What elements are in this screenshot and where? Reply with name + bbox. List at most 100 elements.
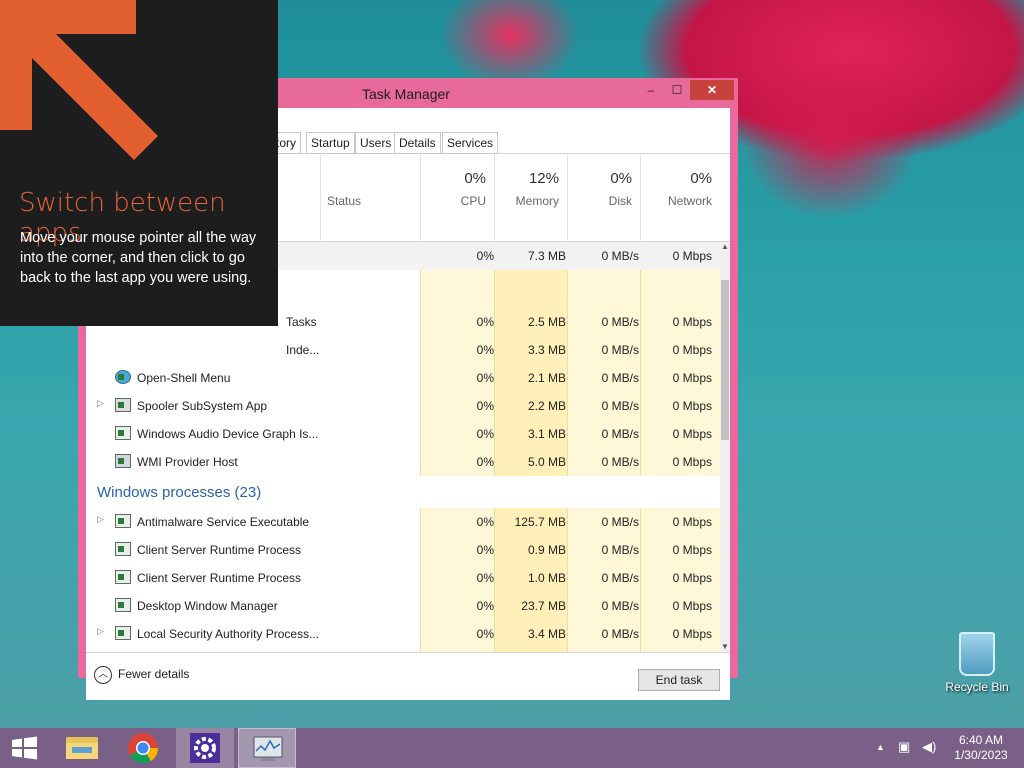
table-row[interactable]: WMI Provider Host 0% 5.0 MB 0 MB/s 0 Mbp…: [86, 448, 720, 476]
scroll-down-icon[interactable]: ▼: [720, 642, 730, 652]
cpu-header-label: CPU: [460, 194, 486, 208]
cpu-cell: 0%: [476, 515, 494, 529]
table-row[interactable]: Open-Shell Menu 0% 2.1 MB 0 MB/s 0 Mbps: [86, 364, 720, 392]
open-shell-icon: [115, 370, 131, 384]
memory-cell: 3.4 MB: [527, 627, 566, 641]
taskbar-file-explorer[interactable]: [54, 728, 112, 768]
file-explorer-icon: [66, 737, 98, 759]
table-row[interactable]: ▷ Local Security Authority Process... 0%…: [86, 620, 720, 648]
cpu-cell: 0%: [476, 627, 494, 641]
printer-icon: [115, 398, 131, 412]
network-cell: 0 Mbps: [672, 315, 712, 329]
memory-cell: 3.1 MB: [527, 427, 566, 441]
table-row[interactable]: ▷ Antimalware Service Executable 0% 125.…: [86, 508, 720, 536]
status-column-header[interactable]: Status: [320, 154, 420, 242]
network-cell: 0 Mbps: [672, 515, 712, 529]
disk-cell: 0 MB/s: [601, 315, 639, 329]
chrome-icon: [128, 733, 159, 764]
network-cell: 0 Mbps: [672, 343, 712, 357]
task-manager-icon: [253, 736, 283, 761]
minimize-button[interactable]: ‒: [638, 80, 664, 100]
volume-icon[interactable]: ◀): [922, 739, 936, 755]
fewer-details-label: Fewer details: [118, 667, 190, 682]
start-button[interactable]: [0, 728, 58, 768]
vertical-scrollbar[interactable]: ▲ ▼: [720, 242, 730, 652]
process-name: WMI Provider Host: [137, 455, 238, 469]
memory-cell: 2.5 MB: [527, 315, 566, 329]
memory-cell: 1.0 MB: [527, 571, 566, 585]
settings-icon: [190, 733, 220, 763]
cpu-column-header[interactable]: 0% CPU: [420, 154, 494, 242]
memory-header-label: Memory: [515, 194, 559, 208]
network-cell: 0 Mbps: [672, 371, 712, 385]
disk-header-label: Disk: [608, 194, 632, 208]
tab-startup[interactable]: Startup: [306, 132, 355, 154]
expand-chevron-icon[interactable]: ▷: [97, 626, 104, 637]
process-window-icon: [115, 626, 131, 640]
disk-cell: 0 MB/s: [601, 399, 639, 413]
network-cell: 0 Mbps: [672, 427, 712, 441]
table-row[interactable]: Inde... 0% 3.3 MB 0 MB/s 0 Mbps: [86, 336, 720, 364]
expand-chevron-icon[interactable]: ▷: [97, 514, 104, 525]
table-row[interactable]: Desktop Window Manager 0% 23.7 MB 0 MB/s…: [86, 592, 720, 620]
table-row[interactable]: ▷ Spooler SubSystem App 0% 2.2 MB 0 MB/s…: [86, 392, 720, 420]
tab-services[interactable]: Services: [442, 132, 499, 154]
memory-column-header[interactable]: 12% Memory: [494, 154, 567, 242]
show-hidden-icons-icon[interactable]: ▲: [876, 742, 885, 752]
cpu-cell: 0%: [476, 455, 494, 469]
table-row[interactable]: Client Server Runtime Process 0% 1.0 MB …: [86, 564, 720, 592]
taskbar-settings[interactable]: [176, 728, 234, 768]
cpu-cell: 0%: [476, 343, 494, 357]
tab-details[interactable]: Details: [394, 132, 441, 154]
end-task-button[interactable]: End task: [638, 669, 720, 691]
disk-cell: 0 MB/s: [601, 427, 639, 441]
windows-processes-group-label: Windows processes (23): [97, 484, 262, 501]
scroll-up-icon[interactable]: ▲: [720, 242, 730, 252]
taskbar-task-manager[interactable]: [238, 728, 296, 768]
fewer-details-button[interactable]: ︿ Fewer details: [94, 666, 189, 684]
network-column-header[interactable]: 0% Network: [640, 154, 720, 242]
cpu-cell: 0%: [476, 315, 494, 329]
process-window-icon: [115, 570, 131, 584]
maximize-button[interactable]: ☐: [664, 80, 690, 100]
close-button[interactable]: ✕: [690, 80, 734, 100]
window-title: Task Manager: [362, 86, 450, 102]
cpu-cell: 0%: [476, 371, 494, 385]
expand-chevron-icon[interactable]: ▷: [97, 398, 104, 409]
table-row[interactable]: Windows Audio Device Graph Is... 0% 3.1 …: [86, 420, 720, 448]
taskbar-chrome[interactable]: [114, 728, 172, 768]
disk-total: 0%: [610, 170, 632, 187]
taskbar-clock[interactable]: 6:40 AM 1/30/2023: [946, 733, 1016, 763]
memory-cell: 7.3 MB: [527, 249, 566, 263]
disk-column-header[interactable]: 0% Disk: [567, 154, 640, 242]
memory-cell: 125.7 MB: [514, 515, 566, 529]
network-header-label: Network: [667, 194, 712, 208]
process-window-icon: [115, 514, 131, 528]
scroll-thumb[interactable]: [721, 280, 729, 440]
network-cell: 0 Mbps: [672, 627, 712, 641]
recycle-bin-label: Recycle Bin: [945, 680, 1009, 694]
network-cell: 0 Mbps: [672, 455, 712, 469]
disk-cell: 0 MB/s: [601, 371, 639, 385]
disk-cell: 0 MB/s: [601, 343, 639, 357]
arrow-up-left-icon: [0, 0, 158, 160]
process-window-icon: [115, 426, 131, 440]
memory-total: 12%: [528, 170, 559, 187]
chevron-up-icon: ︿: [94, 666, 112, 684]
table-row[interactable]: Client Server Runtime Process 0% 0.9 MB …: [86, 536, 720, 564]
tab-users[interactable]: Users: [355, 132, 397, 154]
network-cell: 0 Mbps: [672, 249, 712, 263]
network-icon[interactable]: ▣: [898, 739, 910, 755]
network-cell: 0 Mbps: [672, 571, 712, 585]
group-header-row[interactable]: Windows processes (23): [86, 476, 720, 508]
cpu-total: 0%: [464, 170, 486, 187]
disk-cell: 0 MB/s: [601, 455, 639, 469]
disk-cell: 0 MB/s: [601, 515, 639, 529]
cpu-cell: 0%: [476, 571, 494, 585]
footer: ︿ Fewer details End task: [86, 652, 730, 700]
cpu-cell: 0%: [476, 249, 494, 263]
recycle-bin-shortcut[interactable]: Recycle Bin: [940, 632, 1014, 694]
process-name: Windows Audio Device Graph Is...: [137, 427, 319, 441]
flower-decoration-2: [740, 60, 920, 220]
hint-body: Move your mouse pointer all the way into…: [20, 230, 257, 286]
